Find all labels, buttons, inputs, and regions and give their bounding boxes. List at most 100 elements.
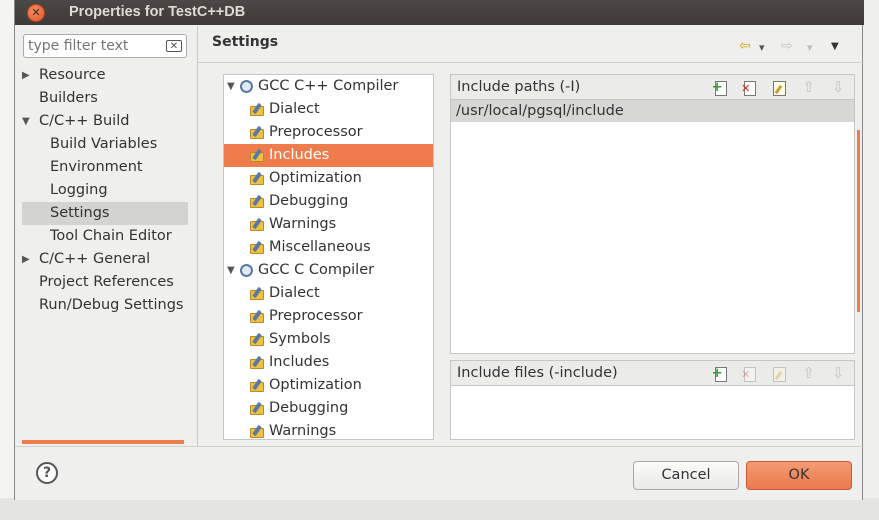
nav-item-settings[interactable]: Settings bbox=[22, 202, 188, 225]
include-paths-panel: Include paths (-I) /usr/local/pgsql/incl… bbox=[450, 74, 855, 354]
collapsed-arrow-icon[interactable]: ▶ bbox=[22, 64, 34, 87]
tree-tool-item[interactable]: ▼ GCC C++ Compiler bbox=[224, 75, 433, 98]
nav-item-label: Builders bbox=[39, 90, 98, 106]
move-up-icon[interactable] bbox=[800, 365, 816, 382]
properties-dialog: ✕ Properties for TestC++DB ✕ ▶ Resource Bu… bbox=[14, 0, 864, 500]
include-paths-label: Include paths (-I) bbox=[457, 79, 581, 95]
tree-item-label: Dialect bbox=[269, 285, 320, 301]
nav-scrollbar[interactable] bbox=[22, 440, 184, 444]
tree-item-label: Dialect bbox=[269, 101, 320, 117]
nav-item-tool-chain-editor[interactable]: Tool Chain Editor bbox=[22, 225, 188, 248]
nav-item-environment[interactable]: Environment bbox=[22, 156, 188, 179]
nav-item-project-references[interactable]: Project References bbox=[22, 271, 188, 294]
tree-option-item[interactable]: Miscellaneous bbox=[224, 236, 433, 259]
header-divider bbox=[198, 62, 864, 63]
delete-icon[interactable] bbox=[741, 366, 757, 382]
nav-item-c-c-build[interactable]: ▼ C/C++ Build bbox=[22, 110, 188, 133]
tree-option-item[interactable]: Debugging bbox=[224, 190, 433, 213]
add-icon[interactable] bbox=[712, 366, 728, 382]
collapsed-arrow-icon[interactable]: ▶ bbox=[22, 248, 34, 271]
nav-item-build-variables[interactable]: Build Variables bbox=[22, 133, 188, 156]
ok-button[interactable]: OK bbox=[746, 461, 852, 490]
move-down-icon[interactable] bbox=[830, 365, 846, 382]
option-category-icon bbox=[250, 125, 265, 139]
tree-item-label: Includes bbox=[269, 354, 330, 370]
expanded-arrow-icon[interactable]: ▼ bbox=[227, 75, 235, 98]
title-bar: ✕ Properties for TestC++DB bbox=[15, 0, 864, 25]
nav-item-builders[interactable]: Builders bbox=[22, 87, 188, 110]
tree-tool-item[interactable]: ▼ GCC C Compiler bbox=[224, 259, 433, 282]
nav-item-label: Build Variables bbox=[50, 136, 158, 152]
close-icon[interactable]: ✕ bbox=[27, 4, 45, 22]
tree-option-item[interactable]: Includes bbox=[224, 144, 433, 167]
edit-icon[interactable] bbox=[771, 80, 787, 96]
nav-item-label: Logging bbox=[50, 182, 108, 198]
tree-option-item[interactable]: Preprocessor bbox=[224, 121, 433, 144]
nav-item-label: Settings bbox=[50, 205, 110, 221]
tree-item-label: Optimization bbox=[269, 377, 362, 393]
tree-item-label: Optimization bbox=[269, 170, 362, 186]
option-category-icon bbox=[250, 424, 265, 438]
edit-icon[interactable] bbox=[771, 366, 787, 382]
back-dropdown-icon[interactable]: ▾ bbox=[759, 41, 765, 54]
forward-arrow-icon[interactable]: ⇨ bbox=[781, 38, 793, 54]
nav-item-label: Project References bbox=[39, 274, 174, 290]
divider bbox=[197, 26, 198, 446]
include-files-label: Include files (-include) bbox=[457, 365, 618, 381]
nav-item-label: Resource bbox=[39, 67, 106, 83]
tree-option-item[interactable]: Symbols bbox=[224, 328, 433, 351]
settings-scrollbar[interactable] bbox=[857, 130, 860, 312]
nav-item-label: Tool Chain Editor bbox=[50, 228, 172, 244]
include-files-header: Include files (-include) bbox=[451, 361, 854, 386]
page-title: Settings bbox=[212, 34, 279, 50]
nav-item-label: Environment bbox=[50, 159, 143, 175]
tree-item-label: Miscellaneous bbox=[269, 239, 371, 255]
nav-item-run-debug-settings[interactable]: Run/Debug Settings bbox=[22, 294, 188, 317]
tree-item-label: Warnings bbox=[269, 423, 337, 439]
tree-option-item[interactable]: Includes bbox=[224, 351, 433, 374]
clear-icon[interactable]: ✕ bbox=[166, 40, 182, 52]
add-icon[interactable] bbox=[712, 80, 728, 96]
nav-item-logging[interactable]: Logging bbox=[22, 179, 188, 202]
forward-dropdown-icon[interactable]: ▾ bbox=[807, 41, 813, 54]
filter-field[interactable]: ✕ bbox=[23, 34, 187, 58]
tree-option-item[interactable]: Optimization bbox=[224, 374, 433, 397]
include-files-toolbar bbox=[703, 365, 846, 382]
include-paths-header: Include paths (-I) bbox=[451, 75, 854, 100]
tree-option-item[interactable]: Optimization bbox=[224, 167, 433, 190]
tree-option-item[interactable]: Dialect bbox=[224, 98, 433, 121]
tree-item-label: Warnings bbox=[269, 216, 337, 232]
tree-option-item[interactable]: Debugging bbox=[224, 397, 433, 420]
option-category-icon bbox=[250, 240, 265, 254]
option-category-icon bbox=[250, 355, 265, 369]
option-category-icon bbox=[250, 401, 265, 415]
nav-item-resource[interactable]: ▶ Resource bbox=[22, 64, 188, 87]
include-paths-toolbar bbox=[703, 79, 846, 96]
move-down-icon[interactable] bbox=[830, 79, 846, 96]
list-item[interactable]: /usr/local/pgsql/include bbox=[451, 100, 854, 122]
tree-option-item[interactable]: Preprocessor bbox=[224, 305, 433, 328]
background-statusbar bbox=[0, 498, 879, 520]
tree-item-label: Preprocessor bbox=[269, 124, 363, 140]
view-menu-icon[interactable]: ▼ bbox=[831, 41, 839, 52]
option-category-icon bbox=[250, 148, 265, 162]
move-up-icon[interactable] bbox=[800, 79, 816, 96]
window-title: Properties for TestC++DB bbox=[69, 4, 246, 20]
option-category-icon bbox=[250, 171, 265, 185]
expanded-arrow-icon[interactable]: ▼ bbox=[227, 259, 235, 282]
tool-settings-tree: ▼ GCC C++ Compiler Dialect Preprocessor Incl… bbox=[223, 74, 434, 440]
expanded-arrow-icon[interactable]: ▼ bbox=[22, 110, 34, 133]
help-icon[interactable]: ? bbox=[36, 462, 58, 484]
tree-option-item[interactable]: Dialect bbox=[224, 282, 433, 305]
back-arrow-icon[interactable]: ⇦ bbox=[739, 38, 751, 54]
filter-input[interactable] bbox=[24, 35, 160, 57]
property-nav-tree: ▶ Resource Builders ▼ C/C++ Build Build Varia… bbox=[22, 64, 188, 317]
include-files-panel: Include files (-include) bbox=[450, 360, 855, 440]
nav-item-c-c-general[interactable]: ▶ C/C++ General bbox=[22, 248, 188, 271]
cancel-button[interactable]: Cancel bbox=[633, 461, 739, 490]
nav-item-label: C/C++ General bbox=[39, 251, 151, 267]
tree-option-item[interactable]: Warnings bbox=[224, 420, 433, 439]
history-nav: ⇦ ▾ ⇨ ▾ ▼ bbox=[737, 38, 857, 56]
delete-icon[interactable] bbox=[741, 80, 757, 96]
tree-option-item[interactable]: Warnings bbox=[224, 213, 433, 236]
